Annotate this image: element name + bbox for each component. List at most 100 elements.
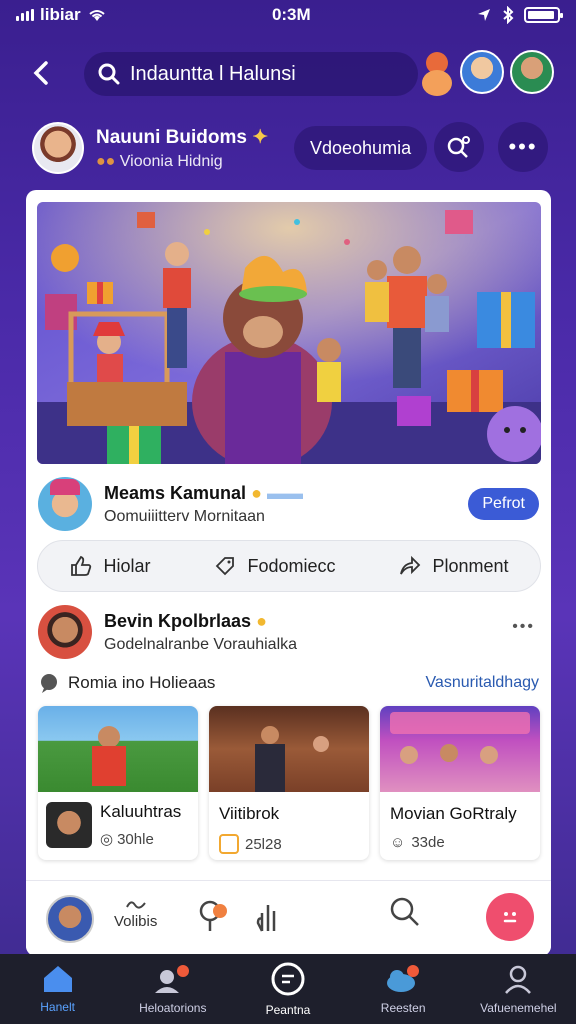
post-card: Meams Kamunal ● ▬▬ Oomuiiitterv Mornitaa… bbox=[26, 190, 551, 956]
tab-center[interactable]: Peantna bbox=[238, 961, 338, 1017]
post-author-text: Meams Kamunal ● ▬▬ Oomuiiitterv Mornitaa… bbox=[104, 483, 303, 526]
party-illustration bbox=[37, 202, 541, 464]
more-button[interactable]: ••• bbox=[498, 122, 548, 172]
chat-circle-icon bbox=[271, 962, 305, 996]
profile-row: Nauuni Buidoms ✦ ●● Vioonia Hidnig Vdoeo… bbox=[32, 118, 548, 178]
chevron-left-icon bbox=[33, 61, 48, 85]
comment-label: Fodomiecc bbox=[247, 555, 336, 576]
comment-row: Bevin Kpolbrlaas ● Godelnalranbe Vorauhi… bbox=[38, 602, 539, 662]
tab-label: Peantna bbox=[265, 1003, 311, 1017]
cloud-notification-icon bbox=[387, 965, 420, 992]
status-bar: libiar 0:3M bbox=[0, 0, 576, 30]
tile-title: Kaluuhtras bbox=[100, 802, 182, 821]
battery-icon bbox=[523, 7, 563, 23]
comment-subtitle: Godelnalranbe Vorauhialka bbox=[104, 635, 298, 653]
media-tile[interactable]: Viitibrok 25l28 bbox=[209, 706, 369, 860]
comment-more-icon[interactable]: ••• bbox=[512, 618, 535, 636]
person-icon bbox=[505, 965, 532, 994]
tile-text: Kaluuhtras ◎ 30hle bbox=[100, 802, 181, 848]
tile-title: Viitibrok bbox=[219, 804, 280, 823]
tile-image bbox=[380, 706, 540, 792]
top-avatars bbox=[420, 50, 554, 98]
search-people-button[interactable] bbox=[434, 122, 484, 172]
profile-name: Nauuni Buidoms ✦ bbox=[96, 126, 269, 148]
share-button[interactable]: Plonment bbox=[398, 554, 509, 578]
share-label: Plonment bbox=[432, 555, 509, 576]
section-link[interactable]: Vasnuritaldhagy bbox=[425, 674, 539, 692]
search-bar[interactable] bbox=[84, 52, 418, 96]
tab-label: Vafuenemehel bbox=[480, 1001, 557, 1015]
tab-messages[interactable]: Reesten bbox=[353, 963, 453, 1015]
crown-icon: ✦ bbox=[252, 126, 269, 148]
tile-meta: 25l28 bbox=[209, 834, 369, 854]
profile-text: Nauuni Buidoms ✦ ●● Vioonia Hidnig bbox=[96, 126, 268, 171]
media-tile[interactable]: Movian GoRtraly ☺ 33de bbox=[380, 706, 540, 860]
eye-icon: ◎ bbox=[100, 831, 114, 848]
tile-title: Movian GoRtraly bbox=[390, 804, 517, 823]
carrier-label: libiar bbox=[40, 5, 81, 24]
tab-notifications[interactable]: Heloatorions bbox=[123, 963, 223, 1015]
post-author-subtitle: Oomuiiitterv Mornitaan bbox=[104, 507, 265, 525]
user-avatar[interactable] bbox=[46, 895, 94, 943]
face-icon bbox=[503, 912, 517, 923]
home-icon bbox=[43, 966, 72, 992]
emoji-fab[interactable] bbox=[486, 893, 534, 941]
profile-subtitle: ●● Vioonia Hidnig bbox=[96, 152, 223, 170]
tab-label: Reesten bbox=[380, 1001, 426, 1015]
eyes-icon: ●● bbox=[96, 152, 116, 170]
share-arrow-icon bbox=[400, 555, 421, 575]
friend-avatar[interactable] bbox=[510, 50, 554, 94]
like-label: Hiolar bbox=[103, 555, 151, 576]
comment-author-avatar[interactable] bbox=[38, 605, 92, 659]
volume-icon bbox=[125, 901, 146, 909]
volume-label: Volibis bbox=[114, 913, 158, 930]
people-notification-icon bbox=[154, 965, 189, 993]
tile-avatar bbox=[46, 802, 92, 848]
tab-label: Hanelt bbox=[40, 1000, 75, 1014]
tile-image bbox=[38, 706, 198, 792]
hand-icon[interactable] bbox=[254, 899, 284, 933]
bottom-tab-bar: Hanelt Heloatorions Peantna Reesten Vafu… bbox=[0, 954, 576, 1024]
clock-badge-icon bbox=[219, 834, 239, 854]
comment-text: Bevin Kpolbrlaas ● Godelnalranbe Vorauhi… bbox=[104, 611, 297, 654]
search-person-icon[interactable] bbox=[388, 895, 422, 935]
tab-profile[interactable]: Vafuenemehel bbox=[468, 963, 568, 1015]
microphone-icon[interactable] bbox=[198, 899, 232, 933]
post-action-bar: Hiolar Fodomiecc Plonment bbox=[37, 540, 541, 592]
search-input[interactable] bbox=[130, 62, 400, 86]
tile-meta: ◎ 30hle bbox=[100, 830, 154, 849]
search-person-icon bbox=[447, 136, 470, 158]
profile-action-button[interactable]: Vdoeohumia bbox=[294, 126, 428, 170]
bluetooth-icon bbox=[503, 6, 514, 24]
status-right bbox=[476, 6, 563, 24]
post-author-avatar[interactable] bbox=[38, 477, 92, 531]
hat-icon bbox=[50, 479, 80, 495]
tile-image bbox=[209, 706, 369, 792]
more-horizontal-icon: ••• bbox=[508, 134, 538, 159]
post-author-row: Meams Kamunal ● ▬▬ Oomuiiitterv Mornitaa… bbox=[38, 474, 539, 534]
follow-button[interactable]: Pefrot bbox=[468, 488, 539, 520]
friend-avatar[interactable] bbox=[460, 50, 504, 94]
tile-footer: Kaluuhtras ◎ 30hle bbox=[38, 802, 198, 848]
section-title: Romia ino Holieaas bbox=[68, 673, 216, 692]
status-left: libiar bbox=[16, 5, 107, 25]
cartoon-avatar-icon[interactable] bbox=[420, 50, 454, 98]
profile-avatar[interactable] bbox=[32, 122, 84, 174]
back-button[interactable] bbox=[26, 58, 56, 88]
tab-home[interactable]: Hanelt bbox=[8, 964, 108, 1014]
signal-icon bbox=[16, 9, 34, 21]
cloud-icon: ▬▬ bbox=[266, 482, 303, 503]
media-tile[interactable]: Kaluuhtras ◎ 30hle bbox=[38, 706, 198, 860]
status-time: 0:3M bbox=[271, 5, 311, 24]
like-button[interactable]: Hiolar bbox=[69, 554, 151, 578]
tile-meta: ☺ 33de bbox=[390, 834, 445, 851]
section-header: Romia ino Holieaas Vasnuritaldhagy bbox=[38, 668, 539, 698]
volume-button[interactable]: Volibis bbox=[114, 897, 157, 930]
comment-button[interactable]: Fodomiecc bbox=[213, 554, 336, 578]
wifi-icon bbox=[88, 10, 105, 21]
quick-action-bar: Volibis bbox=[26, 880, 551, 956]
hero-image[interactable] bbox=[37, 202, 541, 464]
emoji-icon: ● bbox=[256, 610, 267, 631]
comment-author-name: Bevin Kpolbrlaas ● bbox=[104, 610, 267, 631]
tag-icon bbox=[216, 557, 235, 576]
